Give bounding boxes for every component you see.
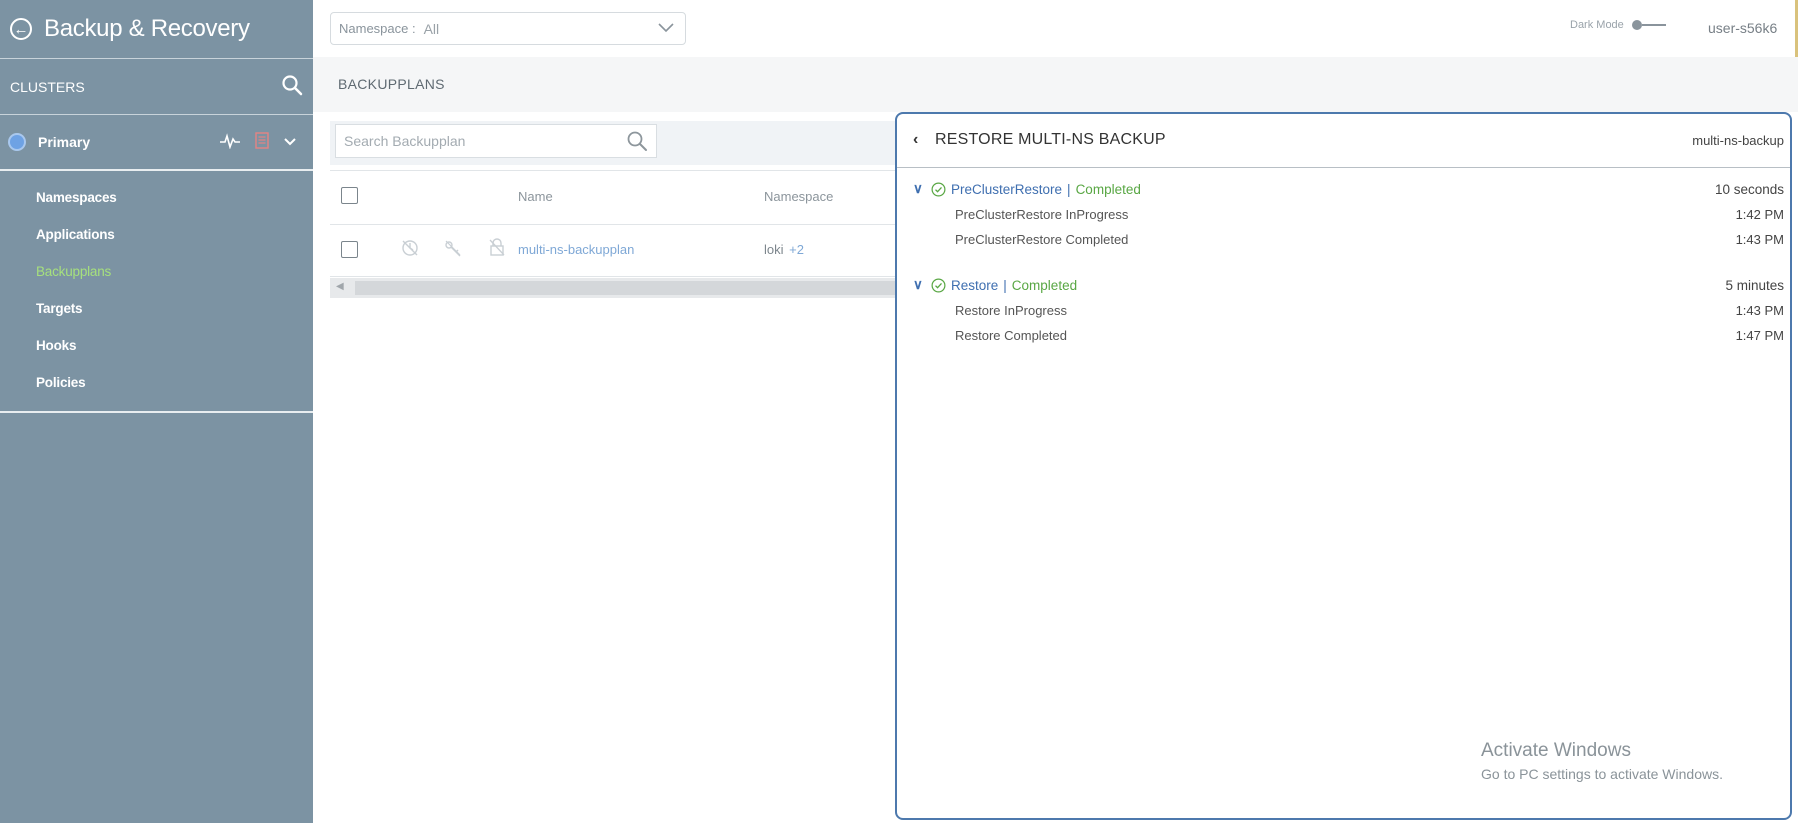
cluster-item-primary[interactable]: Primary [0,115,313,171]
event-label: Restore Completed [955,328,1067,343]
step-event: Restore Completed 1:47 PM [913,323,1784,348]
watermark-subtitle: Go to PC settings to activate Windows. [1481,766,1723,782]
clusters-header: CLUSTERS [0,59,313,115]
search-placeholder: Search Backupplan [344,133,466,149]
chevron-down-icon[interactable]: ∨ [913,181,927,197]
step-event: PreClusterRestore Completed 1:43 PM [913,227,1784,252]
step-name: PreClusterRestore [951,181,1063,197]
restore-step: ∨ Restore | Completed 5 minutes Restore … [913,272,1784,348]
sidebar-item-applications[interactable]: Applications [0,216,313,253]
sidebar-item-policies[interactable]: Policies [0,364,313,401]
restore-step: ∨ PreClusterRestore | Completed 10 secon… [913,176,1784,252]
clusters-label: CLUSTERS [10,78,85,95]
sidebar-item-targets[interactable]: Targets [0,290,313,327]
page-header: BACKUPPLANS [313,57,1798,113]
sidebar-item-hooks[interactable]: Hooks [0,327,313,364]
step-header[interactable]: ∨ PreClusterRestore | Completed 10 secon… [913,176,1784,202]
event-time: 1:43 PM [1735,232,1784,247]
sidebar-item-namespaces[interactable]: Namespaces [0,179,313,216]
backupplan-namespace: loki +2 [764,242,804,257]
step-event: Restore InProgress 1:43 PM [913,298,1784,323]
chevron-left-icon[interactable]: ‹ [913,131,918,149]
step-duration: 10 seconds [1714,181,1784,197]
dark-mode-label: Dark Mode [1570,19,1624,31]
event-label: Restore InProgress [955,303,1067,318]
step-duration: 5 minutes [1725,277,1784,293]
step-separator: | [1003,277,1007,293]
search-icon[interactable] [626,130,648,155]
event-time: 1:47 PM [1735,328,1784,343]
step-event: PreClusterRestore InProgress 1:42 PM [913,202,1784,227]
chevron-down-icon[interactable] [283,134,297,150]
dark-mode-control: Dark Mode [1570,19,1668,31]
page-title: BACKUPPLANS [338,76,445,92]
step-separator: | [1067,181,1071,197]
event-label: PreClusterRestore InProgress [955,207,1129,222]
cluster-name: Primary [38,134,91,150]
namespace-value: loki [764,242,784,257]
scroll-left-icon[interactable]: ◀ [336,281,344,292]
event-time: 1:42 PM [1735,207,1784,222]
namespace-label: Namespace : [339,21,416,36]
app-header: ← Backup & Recovery [0,0,313,59]
backupplan-name-link[interactable]: multi-ns-backupplan [518,242,634,257]
no-lock-icon[interactable] [487,237,507,260]
activation-watermark: Activate Windows Go to PC settings to ac… [1481,740,1723,782]
column-header-namespace[interactable]: Namespace [764,189,833,204]
sidebar: ← Backup & Recovery CLUSTERS Primary Nam… [0,0,313,823]
chevron-down-icon[interactable]: ∨ [913,277,927,293]
step-status: Completed [1011,277,1078,293]
dark-mode-toggle[interactable] [1631,20,1668,30]
namespace-select[interactable]: Namespace : All [330,12,686,45]
sidebar-item-backupplans[interactable]: Backupplans [0,253,313,290]
panel-title: RESTORE MULTI-NS BACKUP [935,131,1166,148]
namespace-value: All [423,20,440,37]
sidebar-nav: Namespaces Applications Backupplans Targ… [0,171,313,413]
event-label: PreClusterRestore Completed [955,232,1129,247]
step-header[interactable]: ∨ Restore | Completed 5 minutes [913,272,1784,298]
step-status: Completed [1075,181,1141,197]
event-time: 1:43 PM [1735,303,1784,318]
backup-reference: multi-ns-backup [1692,133,1784,148]
activity-icon[interactable] [219,132,241,152]
user-name[interactable]: user-s56k6 [1708,20,1777,36]
search-icon[interactable] [281,74,303,99]
select-all-checkbox[interactable] [341,187,358,204]
app-title: Backup & Recovery [44,15,250,42]
restore-detail-panel: ‹ RESTORE MULTI-NS BACKUP multi-ns-backu… [895,112,1792,820]
panel-header: ‹ RESTORE MULTI-NS BACKUP multi-ns-backu… [897,114,1790,168]
back-arrow-icon[interactable]: ← [10,18,32,40]
report-icon[interactable] [255,132,269,152]
namespace-more-link[interactable]: +2 [789,242,804,257]
no-retention-icon[interactable] [443,238,463,261]
cluster-status-icon [10,135,24,149]
column-header-name[interactable]: Name [518,189,553,204]
check-circle-icon [931,278,946,292]
row-checkbox[interactable] [341,241,358,258]
check-circle-icon [931,182,946,196]
chevron-down-icon [657,21,675,38]
step-name: Restore [951,277,999,293]
search-input[interactable]: Search Backupplan [335,124,657,158]
no-schedule-icon[interactable] [400,238,420,261]
watermark-title: Activate Windows [1481,740,1631,761]
top-bar: Namespace : All Dark Mode user-s56k6 [313,0,1798,58]
